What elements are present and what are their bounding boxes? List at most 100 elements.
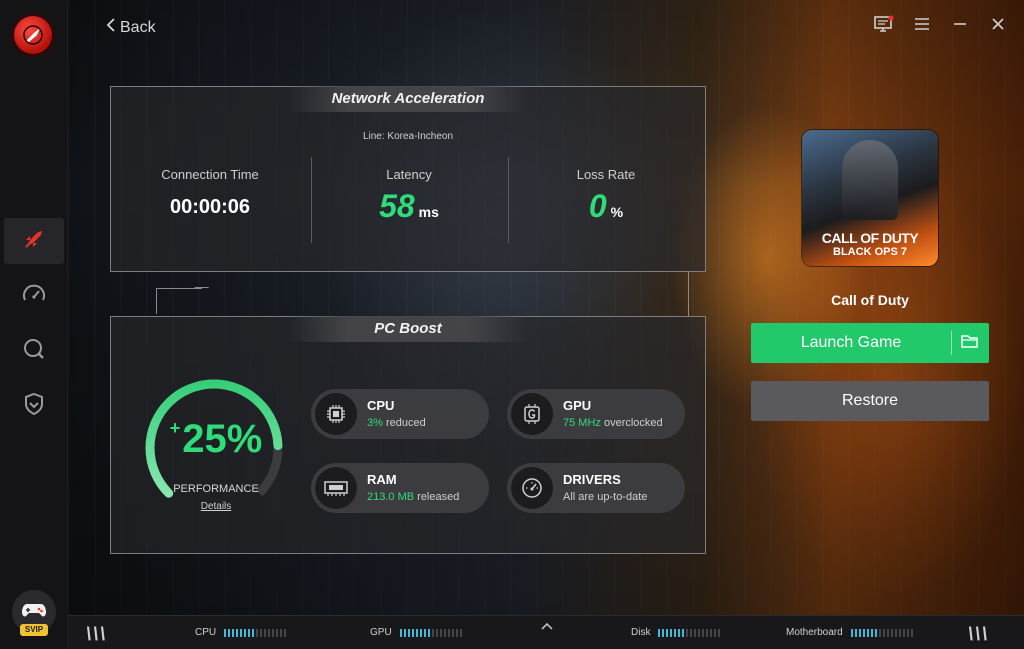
gpu-suffix: overclocked — [603, 417, 663, 429]
meter-tick — [862, 628, 865, 637]
meter-tick — [674, 628, 677, 637]
gpu-status: 75 MHz overclocked — [563, 417, 663, 429]
meter-tick — [686, 628, 689, 637]
meter-tick — [224, 628, 227, 637]
meter-tick — [886, 628, 889, 637]
meter-tick — [276, 628, 279, 637]
app-window: SVIP Back Network Acceleration Line: Kor… — [0, 0, 1024, 649]
meter-tick — [459, 628, 462, 637]
meter-tick — [427, 628, 430, 637]
gamepad-icon — [21, 600, 47, 625]
meter-tick — [682, 628, 685, 637]
meter-tick — [898, 628, 901, 637]
launch-divider — [951, 331, 952, 355]
rocket-icon — [21, 226, 47, 257]
meter-tick — [678, 628, 681, 637]
meter-tick — [240, 628, 243, 637]
meter-tick — [228, 628, 231, 637]
meter-tick — [878, 628, 881, 637]
meter-tick — [284, 628, 287, 637]
meter-tick — [706, 628, 709, 637]
connection-time-label: Connection Time — [161, 167, 259, 182]
disk-meter-bars — [658, 628, 721, 637]
meter-tick — [236, 628, 239, 637]
monitor-notification-button[interactable] — [874, 14, 894, 36]
network-panel-title: Network Acceleration — [288, 86, 528, 112]
ram-title: RAM — [367, 472, 397, 487]
performance-label: PERFORMANCE — [173, 483, 259, 495]
meter-tick — [858, 628, 861, 637]
cover-soldier-figure — [842, 140, 898, 220]
motherboard-meter-label: Motherboard — [786, 627, 843, 638]
meter-tick — [252, 628, 255, 637]
details-link[interactable]: Details — [141, 501, 291, 512]
close-icon — [991, 17, 1005, 36]
search-icon — [21, 336, 47, 367]
chevron-up-icon[interactable] — [540, 618, 554, 636]
nav-scan[interactable] — [4, 328, 64, 374]
meter-tick — [870, 628, 873, 637]
meter-tick — [662, 628, 665, 637]
meter-tick — [690, 628, 693, 637]
back-button[interactable]: Back — [106, 18, 156, 37]
disk-meter-label: Disk — [631, 627, 651, 638]
meter-tick — [874, 628, 877, 637]
gpu-meter-label: GPU — [370, 627, 392, 638]
ram-icon — [315, 467, 357, 509]
close-button[interactable] — [988, 16, 1008, 36]
speedometer-icon — [21, 282, 47, 313]
meter-tick — [451, 628, 454, 637]
meter-tick — [710, 628, 713, 637]
nav-protection[interactable] — [4, 383, 64, 429]
latency-value: 58 — [379, 188, 415, 224]
meter-tick — [419, 628, 422, 637]
nav-speed-test[interactable] — [4, 274, 64, 320]
launch-game-label: Launch Game — [800, 334, 902, 351]
cover-title-line1: CALL OF DUTY — [821, 230, 919, 246]
meter-tick — [698, 628, 701, 637]
meter-tick — [714, 628, 717, 637]
svip-profile-button[interactable]: SVIP — [12, 590, 56, 636]
performance-value: +25% — [141, 417, 291, 462]
performance-number: 25% — [182, 417, 263, 461]
game-cover-image[interactable]: CALL OF DUTY BLACK OPS 7 — [802, 130, 938, 266]
cpu-meter-label: CPU — [195, 627, 217, 638]
shield-icon — [21, 391, 47, 422]
cpu-title: CPU — [367, 398, 395, 413]
gpu-icon — [511, 393, 553, 435]
drivers-status: All are up-to-date — [563, 491, 648, 503]
window-controls — [874, 14, 1008, 36]
cpu-icon — [315, 393, 357, 435]
svip-badge: SVIP — [20, 624, 48, 636]
panel-connector-line — [688, 272, 689, 316]
gpu-meter-bars — [399, 628, 462, 637]
meter-tick — [866, 628, 869, 637]
meter-tick — [431, 628, 434, 637]
open-folder-button[interactable] — [957, 333, 983, 353]
launch-game-button[interactable]: Launch Game — [751, 323, 989, 363]
meter-tick — [666, 628, 669, 637]
menu-button[interactable] — [912, 16, 932, 36]
hamburger-menu-icon — [914, 17, 930, 36]
loss-rate-value: 0 — [588, 188, 607, 224]
loss-rate-unit: % — [610, 204, 624, 220]
meter-tick — [854, 628, 857, 637]
meter-tick — [850, 628, 853, 637]
minimize-button[interactable] — [950, 16, 970, 36]
loss-rate-label: Loss Rate — [576, 167, 636, 182]
meter-tick — [244, 628, 247, 637]
ram-boost-card: RAM 213.0 MB released — [311, 463, 489, 513]
nav-accelerate[interactable] — [4, 218, 64, 264]
ram-status: 213.0 MB released — [367, 491, 459, 503]
latency-stat: Latency 58 ms — [310, 167, 508, 225]
gpu-meter: GPU — [370, 627, 462, 638]
chevron-left-icon — [106, 18, 116, 37]
meter-tick — [718, 628, 721, 637]
meter-tick — [399, 628, 402, 637]
connection-time-stat: Connection Time 00:00:06 — [111, 167, 309, 219]
meter-tick — [658, 628, 661, 637]
meter-tick — [902, 628, 905, 637]
restore-button[interactable]: Restore — [751, 381, 989, 421]
pc-boost-title: PC Boost — [288, 316, 528, 342]
cpu-value: 3% — [367, 417, 383, 429]
